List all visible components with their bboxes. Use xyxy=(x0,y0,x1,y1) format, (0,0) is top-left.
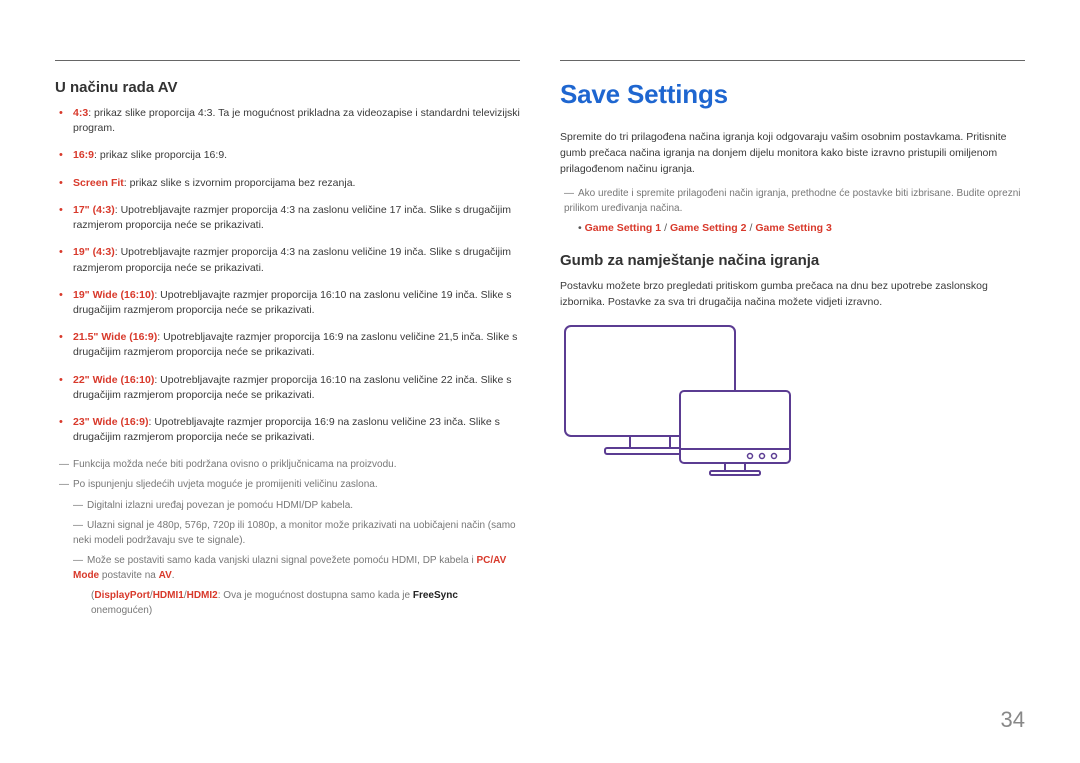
right-footnote: ―Ako uredite i spremite prilagođeni nači… xyxy=(564,187,1025,216)
footnote-sub: ―Može se postaviti samo kada vanjski ula… xyxy=(73,554,520,583)
right-sub-heading: Gumb za namještanje načina igranja xyxy=(560,252,1025,269)
opt-label: 22" Wide (16:10) xyxy=(73,374,154,386)
opt-label: 17" (4:3) xyxy=(73,204,115,216)
opt-label: 21.5" Wide (16:9) xyxy=(73,331,157,343)
content-columns: U načinu rada AV 4:3: prikaz slike propo… xyxy=(55,60,1025,624)
opt-text: : prikaz slike s izvornim proporcijama b… xyxy=(124,177,356,189)
list-item: 21.5" Wide (16:9): Upotrebljavajte razmj… xyxy=(59,330,520,360)
opt-label: 19" (4:3) xyxy=(73,246,115,258)
game-setting-2: Game Setting 2 xyxy=(670,222,746,234)
opt-text: : prikaz slike proporcija 4:3. Ta je mog… xyxy=(73,107,520,134)
left-heading: U načinu rada AV xyxy=(55,79,520,96)
opt-label: 19" Wide (16:10) xyxy=(73,289,154,301)
game-setting-1: Game Setting 1 xyxy=(585,222,661,234)
av-options-list: 4:3: prikaz slike proporcija 4:3. Ta je … xyxy=(59,106,520,446)
opt-text: : Upotrebljavajte razmjer proporcija 4:3… xyxy=(73,246,511,273)
monitor-icon xyxy=(560,321,800,491)
right-column: Save Settings Spremite do tri prilagođen… xyxy=(560,60,1025,624)
list-item: 19" Wide (16:10): Upotrebljavajte razmje… xyxy=(59,288,520,318)
list-item: 16:9: prikaz slike proporcija 16:9. xyxy=(59,148,520,163)
footnote: ―Po ispunjenju sljedećih uvjeta moguće j… xyxy=(59,478,520,493)
list-item: 22" Wide (16:10): Upotrebljavajte razmje… xyxy=(59,373,520,403)
opt-label: Screen Fit xyxy=(73,177,124,189)
opt-label: 23" Wide (16:9) xyxy=(73,416,149,428)
list-item: Screen Fit: prikaz slike s izvornim prop… xyxy=(59,176,520,191)
opt-label: 16:9 xyxy=(73,149,94,161)
game-setting-options: • Game Setting 1/Game Setting 2/Game Set… xyxy=(578,222,1025,234)
footnote-sub: ―Ulazni signal je 480p, 576p, 720p ili 1… xyxy=(73,519,520,548)
right-paragraph-1: Spremite do tri prilagođena načina igran… xyxy=(560,130,1025,177)
list-item: 19" (4:3): Upotrebljavajte razmjer propo… xyxy=(59,245,520,275)
right-paragraph-2: Postavku možete brzo pregledati pritisko… xyxy=(560,279,1025,311)
footnote-sub: ―Digitalni izlazni uređaj povezan je pom… xyxy=(73,499,520,514)
opt-label: 4:3 xyxy=(73,107,88,119)
opt-text: : prikaz slike proporcija 16:9. xyxy=(94,149,227,161)
footnote-sub2: (DisplayPort/HDMI1/HDMI2: Ova je mogućno… xyxy=(91,589,520,618)
list-item: 4:3: prikaz slike proporcija 4:3. Ta je … xyxy=(59,106,520,136)
game-setting-3: Game Setting 3 xyxy=(755,222,831,234)
footnote: ―Funkcija možda neće biti podržana ovisn… xyxy=(59,458,520,473)
opt-text: : Upotrebljavajte razmjer proporcija 4:3… xyxy=(73,204,511,231)
monitor-illustration xyxy=(560,321,1025,496)
right-heading: Save Settings xyxy=(560,79,1025,110)
left-column: U načinu rada AV 4:3: prikaz slike propo… xyxy=(55,60,520,624)
list-item: 17" (4:3): Upotrebljavajte razmjer propo… xyxy=(59,203,520,233)
list-item: 23" Wide (16:9): Upotrebljavajte razmjer… xyxy=(59,415,520,445)
page-number: 34 xyxy=(1001,707,1025,733)
